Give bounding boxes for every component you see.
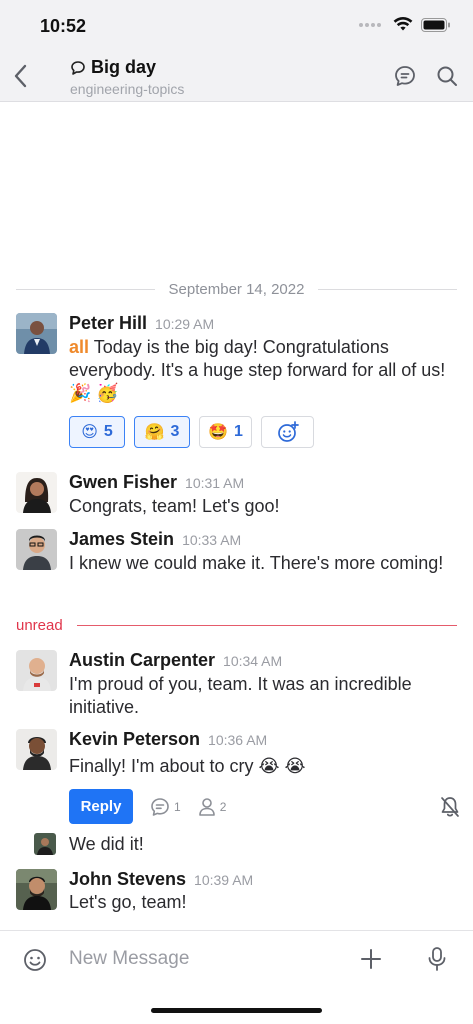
date-label: September 14, 2022 bbox=[168, 281, 305, 298]
message-text: Let's go, team! bbox=[69, 892, 187, 912]
avatar[interactable] bbox=[34, 833, 56, 855]
message-body: Today is the big day! Congratulations ev… bbox=[69, 337, 446, 403]
add-reaction-icon bbox=[277, 421, 299, 442]
avatar[interactable] bbox=[16, 529, 57, 570]
attach-button[interactable] bbox=[359, 947, 383, 976]
thread-bubble-icon bbox=[71, 60, 85, 75]
reply-count[interactable]: 1 bbox=[149, 796, 181, 818]
author-name[interactable]: Gwen Fisher bbox=[69, 472, 177, 493]
reaction-emoji: 🤗 bbox=[144, 424, 165, 441]
message-continuation[interactable]: We did it! bbox=[16, 833, 457, 857]
author-name[interactable]: Peter Hill bbox=[69, 313, 147, 334]
reaction-emoji: 😍 bbox=[81, 424, 98, 441]
author-name[interactable]: Kevin Peterson bbox=[69, 729, 200, 750]
page-title: Big day bbox=[91, 57, 157, 77]
timestamp: 10:39 AM bbox=[194, 872, 254, 888]
avatar[interactable] bbox=[16, 650, 57, 691]
reply-button[interactable]: Reply bbox=[69, 789, 133, 824]
back-button[interactable] bbox=[6, 62, 34, 90]
message-text: I'm proud of you, team. It was an incred… bbox=[69, 674, 412, 717]
wifi-icon bbox=[393, 17, 413, 31]
mention-tag[interactable]: all bbox=[69, 337, 89, 357]
reply-count-icon bbox=[151, 797, 169, 816]
status-time: 10:52 bbox=[40, 16, 87, 36]
plus-icon bbox=[361, 949, 381, 969]
home-indicator[interactable] bbox=[151, 1008, 322, 1013]
message-peter-hill[interactable]: Peter Hill 10:29 AM all Today is the big… bbox=[16, 313, 457, 453]
unread-divider: unread bbox=[16, 617, 457, 634]
header-title-block[interactable]: Big day engineering-topics bbox=[70, 57, 184, 97]
reaction-heart-eyes[interactable]: 😍 5 bbox=[69, 416, 125, 448]
unread-line bbox=[76, 625, 457, 626]
message-composer: New Message bbox=[0, 930, 473, 988]
message-text: all Today is the big day! Congratulation… bbox=[69, 336, 457, 405]
mute-thread-button[interactable] bbox=[439, 795, 461, 824]
timestamp: 10:29 AM bbox=[155, 316, 215, 332]
reaction-count: 5 bbox=[103, 423, 113, 440]
search-icon[interactable] bbox=[435, 64, 459, 88]
timestamp: 10:36 AM bbox=[208, 732, 268, 748]
message-text: I knew we could make it. There's more co… bbox=[69, 553, 444, 573]
timestamp: 10:34 AM bbox=[223, 653, 283, 669]
unread-label: unread bbox=[16, 617, 63, 634]
author-name[interactable]: John Stevens bbox=[69, 869, 186, 890]
message-text: Congrats, team! Let's goo! bbox=[69, 496, 280, 516]
back-chevron-icon bbox=[14, 64, 27, 88]
message-james-stein[interactable]: James Stein 10:33 AM I knew we could mak… bbox=[16, 529, 457, 599]
cellular-signal-icon bbox=[359, 22, 381, 27]
date-divider: September 14, 2022 bbox=[16, 281, 457, 298]
emoji-picker-button[interactable] bbox=[22, 947, 48, 978]
avatar[interactable] bbox=[16, 313, 57, 354]
thread-summary-bar: Reply 1 2 bbox=[69, 789, 461, 824]
avatar[interactable] bbox=[16, 869, 57, 910]
reactions-row: 😍 5 🤗 3 🤩 1 bbox=[69, 416, 314, 448]
add-reaction-button[interactable] bbox=[261, 416, 314, 448]
author-name[interactable]: Austin Carpenter bbox=[69, 650, 215, 671]
avatar[interactable] bbox=[16, 472, 57, 513]
voice-message-button[interactable] bbox=[426, 946, 448, 977]
message-text: We did it! bbox=[69, 834, 144, 854]
channel-header: Big day engineering-topics bbox=[0, 50, 473, 102]
mic-icon bbox=[428, 947, 446, 971]
message-gwen-fisher[interactable]: Gwen Fisher 10:31 AM Congrats, team! Let… bbox=[16, 472, 457, 518]
reaction-count: 1 bbox=[234, 423, 243, 440]
reaction-hugging[interactable]: 🤗 3 bbox=[134, 416, 190, 448]
chat-bubble-icon[interactable] bbox=[393, 64, 417, 88]
header-actions bbox=[393, 64, 459, 88]
message-john-stevens[interactable]: John Stevens 10:39 AM Let's go, team! bbox=[16, 869, 457, 913]
reply-count-value: 1 bbox=[174, 799, 181, 814]
author-name[interactable]: James Stein bbox=[69, 529, 174, 550]
reaction-star-struck[interactable]: 🤩 1 bbox=[199, 416, 252, 448]
bell-off-icon bbox=[441, 797, 459, 817]
divider-line bbox=[16, 289, 155, 290]
message-kevin-peterson[interactable]: Kevin Peterson 10:36 AM Finally! I'm abo… bbox=[16, 729, 457, 781]
message-input[interactable]: New Message bbox=[69, 948, 189, 970]
avatar[interactable] bbox=[16, 729, 57, 770]
participants-icon bbox=[198, 797, 215, 816]
timestamp: 10:33 AM bbox=[182, 532, 242, 548]
emoji-icon bbox=[24, 949, 46, 971]
channel-name: engineering-topics bbox=[70, 81, 185, 97]
status-icons bbox=[359, 17, 451, 32]
message-austin-carpenter[interactable]: Austin Carpenter 10:34 AM I'm proud of y… bbox=[16, 650, 457, 720]
message-text: Finally! I'm about to cry 😭 😭 bbox=[69, 756, 306, 776]
status-bar: 10:52 bbox=[0, 0, 473, 50]
reaction-count: 3 bbox=[170, 423, 180, 440]
timestamp: 10:31 AM bbox=[185, 475, 245, 491]
divider-line bbox=[318, 289, 457, 290]
battery-icon bbox=[421, 17, 450, 32]
participant-count[interactable]: 2 bbox=[197, 796, 227, 818]
reaction-emoji: 🤩 bbox=[208, 424, 228, 441]
participant-count-value: 2 bbox=[219, 799, 227, 814]
